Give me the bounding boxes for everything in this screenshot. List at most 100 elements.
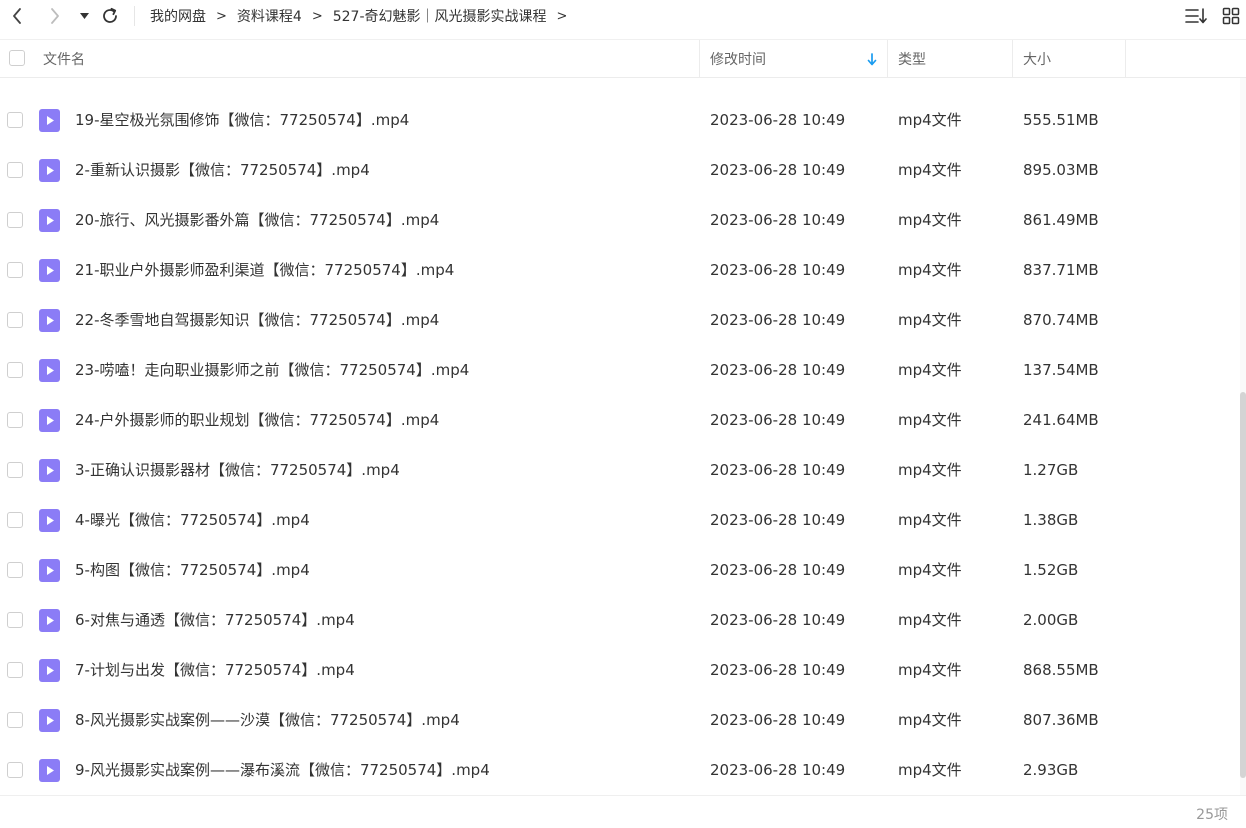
refresh-button[interactable] xyxy=(99,4,121,28)
video-file-icon xyxy=(39,359,60,382)
file-size: 1.27GB xyxy=(1023,461,1079,479)
row-checkbox[interactable] xyxy=(7,762,23,778)
file-type: mp4文件 xyxy=(898,411,962,429)
scrollbar-thumb[interactable] xyxy=(1240,392,1246,778)
file-modified: 2023-06-28 10:49 xyxy=(710,161,846,179)
file-size: 861.49MB xyxy=(1023,211,1099,229)
column-modified[interactable]: 修改时间 xyxy=(710,40,880,78)
refresh-icon xyxy=(103,7,117,23)
file-name[interactable]: 3-正确认识摄影器材【微信：77250574】.mp4 xyxy=(75,445,400,495)
file-name[interactable]: 6-对焦与通透【微信：77250574】.mp4 xyxy=(75,595,355,645)
status-bar: 25项 xyxy=(0,795,1246,828)
breadcrumb-item-root[interactable]: 我的网盘 xyxy=(150,6,206,26)
file-name[interactable]: 23-唠嗑！走向职业摄影师之前【微信：77250574】.mp4 xyxy=(75,345,469,395)
row-checkbox[interactable] xyxy=(7,262,23,278)
file-row[interactable]: 9-风光摄影实战案例——瀑布溪流【微信：77250574】.mp4 2023-0… xyxy=(0,745,1240,795)
file-type: mp4文件 xyxy=(898,461,962,479)
file-name[interactable]: 20-旅行、风光摄影番外篇【微信：77250574】.mp4 xyxy=(75,195,439,245)
file-row[interactable]: 19-星空极光氛围修饰【微信：77250574】.mp4 2023-06-28 … xyxy=(0,95,1240,145)
row-checkbox[interactable] xyxy=(7,512,23,528)
file-modified: 2023-06-28 10:49 xyxy=(710,661,846,679)
file-name[interactable]: 4-曝光【微信：77250574】.mp4 xyxy=(75,495,310,545)
column-divider[interactable] xyxy=(887,40,888,78)
file-modified: 2023-06-28 10:49 xyxy=(710,711,846,729)
file-row[interactable]: 20-旅行、风光摄影番外篇【微信：77250574】.mp4 2023-06-2… xyxy=(0,195,1240,245)
file-name[interactable]: 5-构图【微信：77250574】.mp4 xyxy=(75,545,310,595)
file-name[interactable]: 9-风光摄影实战案例——瀑布溪流【微信：77250574】.mp4 xyxy=(75,745,490,795)
file-row[interactable]: 2-重新认识摄影【微信：77250574】.mp4 2023-06-28 10:… xyxy=(0,145,1240,195)
chevron-left-icon xyxy=(13,8,21,24)
file-name[interactable]: 24-户外摄影师的职业规划【微信：77250574】.mp4 xyxy=(75,395,439,445)
select-all-checkbox-wrap xyxy=(9,50,25,66)
file-type: mp4文件 xyxy=(898,761,962,779)
row-checkbox[interactable] xyxy=(7,162,23,178)
column-type-label: 类型 xyxy=(898,52,926,68)
row-checkbox[interactable] xyxy=(7,562,23,578)
row-checkbox[interactable] xyxy=(7,212,23,228)
file-modified: 2023-06-28 10:49 xyxy=(710,561,846,579)
file-row[interactable]: 7-计划与出发【微信：77250574】.mp4 2023-06-28 10:4… xyxy=(0,645,1240,695)
file-name[interactable]: 7-计划与出发【微信：77250574】.mp4 xyxy=(75,645,355,695)
grid-view-button[interactable] xyxy=(1219,5,1243,27)
column-header: 文件名 修改时间 类型 大小 xyxy=(0,39,1246,78)
row-checkbox[interactable] xyxy=(7,362,23,378)
column-size[interactable]: 大小 xyxy=(1023,40,1123,78)
row-checkbox[interactable] xyxy=(7,462,23,478)
file-name[interactable]: 21-职业户外摄影师盈利渠道【微信：77250574】.mp4 xyxy=(75,245,454,295)
breadcrumb: 我的网盘 > 资料课程4 > 527-奇幻魅影｜风光摄影实战课程 > xyxy=(150,5,577,27)
row-checkbox[interactable] xyxy=(7,312,23,328)
select-all-checkbox[interactable] xyxy=(9,50,25,66)
breadcrumb-item-folder[interactable]: 资料课程4 xyxy=(237,6,302,26)
file-manager-window: 我的网盘 > 资料课程4 > 527-奇幻魅影｜风光摄影实战课程 > 文件名 修… xyxy=(0,0,1246,828)
file-row[interactable]: 23-唠嗑！走向职业摄影师之前【微信：77250574】.mp4 2023-06… xyxy=(0,345,1240,395)
file-name[interactable]: 19-星空极光氛围修饰【微信：77250574】.mp4 xyxy=(75,95,409,145)
video-file-icon xyxy=(39,609,60,632)
file-size: 895.03MB xyxy=(1023,161,1099,179)
back-button[interactable] xyxy=(6,4,28,28)
file-size: 241.64MB xyxy=(1023,411,1099,429)
column-divider[interactable] xyxy=(1012,40,1013,78)
file-name[interactable]: 8-风光摄影实战案例——沙漠【微信：77250574】.mp4 xyxy=(75,695,460,745)
column-divider[interactable] xyxy=(1125,40,1126,78)
file-size: 837.71MB xyxy=(1023,261,1099,279)
file-row[interactable]: 5-构图【微信：77250574】.mp4 2023-06-28 10:49 m… xyxy=(0,545,1240,595)
video-file-icon xyxy=(39,559,60,582)
file-row-partial[interactable] xyxy=(0,78,1240,86)
file-name[interactable]: 2-重新认识摄影【微信：77250574】.mp4 xyxy=(75,145,370,195)
file-size: 1.52GB xyxy=(1023,561,1079,579)
video-file-icon xyxy=(39,759,60,782)
row-checkbox[interactable] xyxy=(7,612,23,628)
file-row[interactable]: 22-冬季雪地自驾摄影知识【微信：77250574】.mp4 2023-06-2… xyxy=(0,295,1240,345)
column-divider[interactable] xyxy=(699,40,700,78)
row-checkbox[interactable] xyxy=(7,412,23,428)
column-type[interactable]: 类型 xyxy=(898,40,1008,78)
file-size: 2.00GB xyxy=(1023,611,1079,629)
file-type: mp4文件 xyxy=(898,561,962,579)
sort-options-button[interactable] xyxy=(1184,5,1208,27)
file-row[interactable]: 8-风光摄影实战案例——沙漠【微信：77250574】.mp4 2023-06-… xyxy=(0,695,1240,745)
chevron-right-icon xyxy=(51,8,59,24)
row-checkbox[interactable] xyxy=(7,112,23,128)
breadcrumb-separator: > xyxy=(311,8,323,24)
file-row[interactable]: 4-曝光【微信：77250574】.mp4 2023-06-28 10:49 m… xyxy=(0,495,1240,545)
file-row[interactable]: 21-职业户外摄影师盈利渠道【微信：77250574】.mp4 2023-06-… xyxy=(0,245,1240,295)
video-file-icon xyxy=(39,309,60,332)
video-file-icon xyxy=(39,409,60,432)
file-modified: 2023-06-28 10:49 xyxy=(710,211,846,229)
row-checkbox[interactable] xyxy=(7,712,23,728)
column-name[interactable]: 文件名 xyxy=(43,40,693,78)
video-file-icon xyxy=(39,259,60,282)
file-row[interactable]: 24-户外摄影师的职业规划【微信：77250574】.mp4 2023-06-2… xyxy=(0,395,1240,445)
file-modified: 2023-06-28 10:49 xyxy=(710,461,846,479)
breadcrumb-item-current[interactable]: 527-奇幻魅影｜风光摄影实战课程 xyxy=(333,6,547,26)
file-modified: 2023-06-28 10:49 xyxy=(710,311,846,329)
toolbar-divider xyxy=(134,6,135,26)
row-checkbox[interactable] xyxy=(7,662,23,678)
forward-button[interactable] xyxy=(44,4,66,28)
history-dropdown-button[interactable] xyxy=(76,4,92,28)
file-row[interactable]: 3-正确认识摄影器材【微信：77250574】.mp4 2023-06-28 1… xyxy=(0,445,1240,495)
navigation-bar: 我的网盘 > 资料课程4 > 527-奇幻魅影｜风光摄影实战课程 > xyxy=(0,0,1246,32)
breadcrumb-separator[interactable]: > xyxy=(557,9,568,24)
file-row[interactable]: 6-对焦与通透【微信：77250574】.mp4 2023-06-28 10:4… xyxy=(0,595,1240,645)
file-name[interactable]: 22-冬季雪地自驾摄影知识【微信：77250574】.mp4 xyxy=(75,295,439,345)
